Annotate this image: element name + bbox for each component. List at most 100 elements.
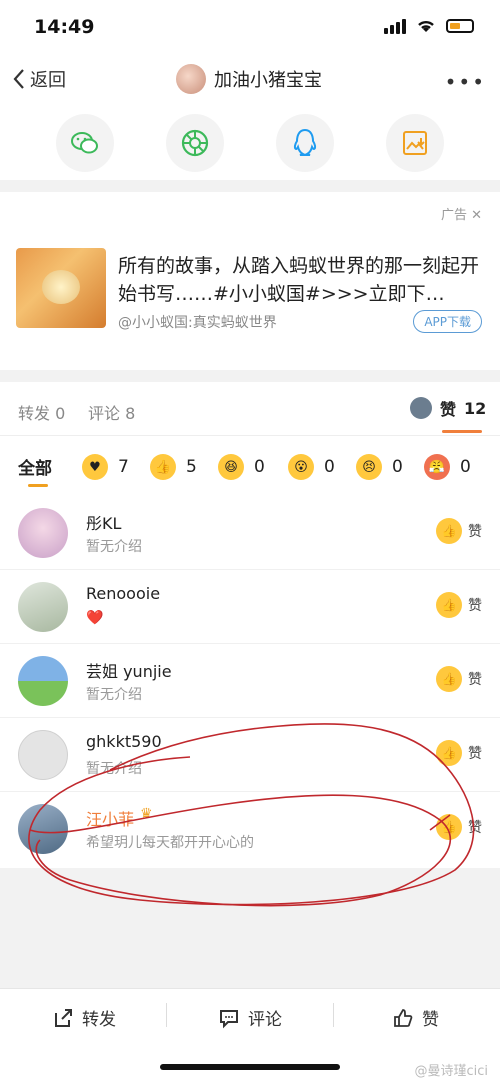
chevron-left-icon: [13, 69, 24, 89]
liker-intro: ❤️: [86, 610, 104, 626]
back-button[interactable]: 返回: [12, 66, 66, 92]
back-label: 返回: [30, 70, 66, 91]
surprised-emoji-icon: 😮: [288, 454, 314, 480]
ad-tag[interactable]: 广告 ✕: [441, 204, 482, 223]
signal-icon: [384, 18, 406, 34]
tab-like-count: 12: [464, 398, 487, 418]
like-label: 赞: [468, 746, 482, 762]
reaction-count: 0: [460, 457, 471, 477]
save-image-icon: [403, 131, 427, 155]
thumbs-up-icon: 👍: [436, 666, 462, 692]
watermark: @曼诗瑾cici: [414, 1064, 488, 1079]
list-item[interactable]: 汪小菲 ♛ 希望玥儿每天都开开心心的 👍 赞: [0, 792, 500, 866]
liker-name[interactable]: 芸姐 yunjie: [86, 658, 172, 682]
liker-name[interactable]: 汪小菲: [86, 806, 134, 830]
tab-like-label: 赞: [440, 400, 457, 419]
like-label: 赞: [422, 1010, 439, 1030]
avatar[interactable]: [18, 730, 68, 780]
avatar[interactable]: [18, 804, 68, 854]
share-row: [0, 108, 500, 180]
thumbs-up-icon: 👍: [436, 814, 462, 840]
avatar[interactable]: [18, 508, 68, 558]
tab-active-indicator: [442, 430, 482, 433]
reaction-laugh[interactable]: 😆 0: [218, 454, 265, 480]
tab-like[interactable]: 赞 12: [410, 396, 486, 420]
tab-repost[interactable]: 转发 0: [18, 400, 65, 424]
angry-emoji-icon: 😤: [424, 454, 450, 480]
list-item[interactable]: 彤KL 暂无介绍 👍 赞: [0, 496, 500, 570]
avatar[interactable]: [18, 656, 68, 706]
wechat-share-button[interactable]: [56, 114, 114, 172]
like-button[interactable]: 👍 赞: [436, 666, 482, 692]
app-download-button[interactable]: APP下载: [413, 310, 482, 333]
reaction-all-label: 全部: [18, 459, 52, 479]
reaction-surprised[interactable]: 😮 0: [288, 454, 335, 480]
crown-icon: ♛: [140, 806, 153, 822]
comment-button[interactable]: 评论: [218, 1005, 282, 1030]
qq-icon: [293, 128, 317, 156]
repost-button[interactable]: 转发: [52, 1005, 116, 1030]
ad-source: @小小蚁国:真实蚂蚁世界: [118, 315, 277, 331]
liker-name[interactable]: Renoooie: [86, 584, 160, 603]
interaction-tabs: 转发 0 评论 8 赞 12: [0, 382, 500, 436]
thumbs-up-icon: 👍: [436, 518, 462, 544]
liker-name[interactable]: 彤KL: [86, 510, 121, 534]
avatar: [176, 64, 206, 94]
like-label: 赞: [468, 524, 482, 540]
like-label: 赞: [468, 598, 482, 614]
tab-comment-label: 评论: [88, 404, 121, 423]
like-button[interactable]: 👍 赞: [436, 592, 482, 618]
list-item[interactable]: 芸姐 yunjie 暂无介绍 👍 赞: [0, 644, 500, 718]
qq-share-button[interactable]: [276, 114, 334, 172]
reaction-thumbs-up[interactable]: 👍 5: [150, 454, 197, 480]
reaction-count: 7: [118, 457, 129, 477]
list-item[interactable]: ghkkt590 暂无介绍 👍 赞: [0, 718, 500, 792]
status-time: 14:49: [34, 16, 95, 38]
wifi-icon: [418, 20, 434, 32]
reaction-active-indicator: [28, 484, 48, 487]
like-button[interactable]: 👍 赞: [436, 518, 482, 544]
like-button[interactable]: 赞: [392, 1005, 439, 1030]
heart-emoji-icon: ♥: [82, 454, 108, 480]
tab-repost-count: 0: [55, 404, 66, 423]
liker-intro: 希望玥儿每天都开开心心的: [86, 835, 254, 851]
like-button[interactable]: 👍 赞: [436, 814, 482, 840]
reaction-angry[interactable]: 😤 0: [424, 454, 471, 480]
tab-repost-label: 转发: [18, 404, 51, 423]
liker-intro: 暂无介绍: [86, 539, 142, 555]
ad-tag-label: 广告: [440, 208, 467, 223]
list-item[interactable]: Renoooie ❤️ 👍 赞: [0, 570, 500, 644]
more-button[interactable]: •••: [445, 70, 486, 94]
laugh-emoji-icon: 😆: [218, 454, 244, 480]
like-button[interactable]: 👍 赞: [436, 740, 482, 766]
close-icon[interactable]: ✕: [471, 208, 482, 223]
moments-icon: [181, 129, 209, 157]
moments-share-button[interactable]: [166, 114, 224, 172]
tab-comment[interactable]: 评论 8: [88, 400, 135, 424]
page-title-group: 加油小猪宝宝: [176, 64, 322, 94]
avatar[interactable]: [18, 582, 68, 632]
reaction-sad[interactable]: 😣 0: [356, 454, 403, 480]
thumbs-up-icon: 👍: [436, 592, 462, 618]
reaction-count: 0: [324, 457, 335, 477]
liker-intro: 暂无介绍: [86, 761, 142, 777]
ad-card[interactable]: 广告 ✕ 所有的故事，从踏入蚂蚁世界的那一刻起开始书写……#小小蚁国#>>>立即…: [0, 192, 500, 370]
divider: [166, 1003, 167, 1027]
liker-name[interactable]: ghkkt590: [86, 732, 162, 751]
save-image-share-button[interactable]: [386, 114, 444, 172]
reaction-heart[interactable]: ♥ 7: [82, 454, 129, 480]
page-title: 加油小猪宝宝: [214, 70, 322, 91]
thumbs-up-emoji-icon: 👍: [150, 454, 176, 480]
thumbs-up-icon: [394, 1008, 413, 1027]
reaction-count: 0: [254, 457, 265, 477]
ad-text: 所有的故事，从踏入蚂蚁世界的那一刻起开始书写……#小小蚁国#>>>立即下…: [118, 255, 480, 305]
sad-emoji-icon: 😣: [356, 454, 382, 480]
liker-intro: 暂无介绍: [86, 687, 142, 703]
status-bar: 14:49: [0, 0, 500, 52]
reaction-count: 5: [186, 457, 197, 477]
repost-icon: [55, 1008, 72, 1027]
nav-bar: 返回 加油小猪宝宝 •••: [0, 52, 500, 108]
ad-image[interactable]: [16, 248, 106, 328]
home-indicator: [160, 1064, 340, 1070]
reaction-all[interactable]: 全部: [18, 454, 52, 479]
